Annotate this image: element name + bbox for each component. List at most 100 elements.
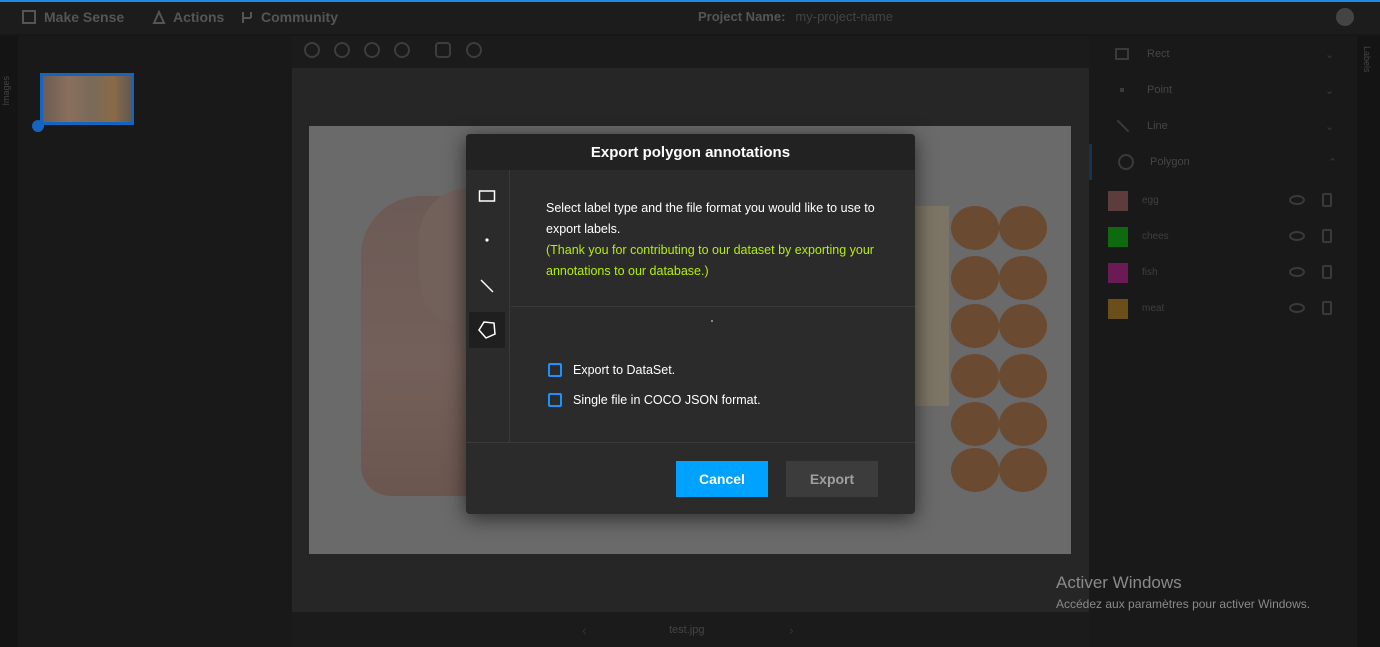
point-icon: [485, 238, 489, 242]
decorative-dot: [711, 320, 713, 322]
eye-icon[interactable]: [1289, 231, 1305, 241]
images-tab-label: Images: [1, 76, 11, 106]
line-icon: [480, 279, 494, 293]
cancel-button[interactable]: Cancel: [676, 461, 768, 497]
community-menu[interactable]: Community: [240, 9, 338, 25]
modal-title: Export polygon annotations: [466, 134, 915, 170]
export-options-panel: Select label type and the file format yo…: [511, 170, 915, 442]
label-row[interactable]: chees: [1089, 220, 1357, 256]
label-type-name: Point: [1147, 84, 1173, 96]
chevron-up-icon: ⌃: [1328, 156, 1338, 169]
hand-icon[interactable]: [435, 42, 451, 58]
label-color-swatch[interactable]: [1108, 227, 1128, 247]
export-point-button[interactable]: [469, 222, 505, 258]
export-message: Select label type and the file format yo…: [546, 198, 891, 282]
project-name-field[interactable]: Project Name: my-project-name: [698, 9, 893, 24]
eye-icon[interactable]: [1289, 195, 1305, 205]
egg: [951, 402, 999, 446]
export-option-label: Single file in COCO JSON format.: [573, 393, 761, 407]
previous-image-button[interactable]: ‹: [582, 622, 587, 638]
label-name[interactable]: chees: [1142, 231, 1169, 242]
labels-tab-label: Labels: [1362, 46, 1372, 73]
zoom-out-icon[interactable]: [334, 42, 350, 58]
egg: [999, 304, 1047, 348]
label-color-swatch[interactable]: [1108, 263, 1128, 283]
checkbox-icon[interactable]: [548, 363, 562, 377]
trash-icon[interactable]: [1322, 193, 1332, 207]
eye-icon[interactable]: [1289, 267, 1305, 277]
label-type-line[interactable]: Line ⌄: [1089, 108, 1357, 144]
label-type-name: Rect: [1147, 48, 1170, 60]
export-line-button[interactable]: [469, 268, 505, 304]
bread-region: [909, 206, 949, 406]
labels-panel: Rect ⌄ Point ⌄ Line ⌄ Polygon ⌃ egg chee…: [1089, 36, 1357, 647]
egg: [951, 354, 999, 398]
github-icon[interactable]: [1336, 8, 1354, 26]
rect-icon: [478, 190, 496, 202]
chevron-down-icon: ⌄: [1325, 48, 1335, 61]
label-color-swatch[interactable]: [1108, 191, 1128, 211]
export-option-dataset[interactable]: Export to DataSet.: [548, 360, 675, 380]
make-sense-logo-icon: [22, 10, 36, 24]
label-type-name: Polygon: [1150, 156, 1190, 168]
project-name-label: Project Name:: [698, 9, 786, 24]
zoom-max-icon[interactable]: [394, 42, 410, 58]
top-navigation-bar: Make Sense Actions Community Project Nam…: [0, 0, 1380, 34]
egg: [951, 448, 999, 492]
zoom-in-icon[interactable]: [304, 42, 320, 58]
community-icon: [242, 12, 252, 23]
crosshair-icon[interactable]: [466, 42, 482, 58]
eye-icon[interactable]: [1289, 303, 1305, 313]
polygon-icon: [478, 321, 496, 339]
polygon-icon: [1118, 154, 1134, 170]
label-type-rect[interactable]: Rect ⌄: [1089, 36, 1357, 72]
label-name[interactable]: fish: [1142, 267, 1158, 278]
egg: [951, 304, 999, 348]
next-image-button[interactable]: ›: [789, 622, 794, 638]
export-modal: Export polygon annotations Select label …: [466, 134, 915, 514]
label-row[interactable]: fish: [1089, 256, 1357, 292]
export-polygon-button[interactable]: [469, 312, 505, 348]
export-option-label: Export to DataSet.: [573, 363, 676, 377]
actions-label: Actions: [173, 9, 225, 25]
labels-side-tab[interactable]: Labels: [1357, 36, 1380, 647]
windows-activation-title: Activer Windows: [1056, 573, 1182, 592]
trash-icon[interactable]: [1322, 229, 1332, 243]
line-icon: [1116, 119, 1130, 133]
egg: [999, 256, 1047, 300]
export-button[interactable]: Export: [786, 461, 878, 497]
label-type-name: Line: [1147, 120, 1168, 132]
project-name-value[interactable]: my-project-name: [795, 9, 893, 24]
label-row[interactable]: egg: [1089, 184, 1357, 220]
label-type-polygon[interactable]: Polygon ⌃: [1089, 144, 1357, 180]
chevron-down-icon: ⌄: [1325, 120, 1335, 133]
image-navigation-bar: ‹ test.jpg ›: [292, 616, 1089, 647]
label-row[interactable]: meat: [1089, 292, 1357, 328]
community-label: Community: [261, 9, 338, 25]
egg: [999, 402, 1047, 446]
egg: [951, 206, 999, 250]
trash-icon[interactable]: [1322, 265, 1332, 279]
actions-menu[interactable]: Actions: [152, 9, 224, 25]
thumbnail-status-dot: [32, 120, 44, 132]
export-option-coco-json[interactable]: Single file in COCO JSON format.: [548, 390, 761, 410]
egg: [999, 206, 1047, 250]
label-type-point[interactable]: Point ⌄: [1089, 72, 1357, 108]
trash-icon[interactable]: [1322, 301, 1332, 315]
divider: [511, 306, 915, 307]
export-type-sidebar: [466, 170, 510, 442]
export-rect-button[interactable]: [469, 178, 505, 214]
windows-activation-subtitle: Accédez aux paramètres pour activer Wind…: [1056, 597, 1311, 611]
zoom-fit-icon[interactable]: [364, 42, 380, 58]
brand[interactable]: Make Sense: [22, 9, 124, 25]
egg: [951, 256, 999, 300]
egg: [999, 354, 1047, 398]
checkbox-icon[interactable]: [548, 393, 562, 407]
export-instructions: Select label type and the file format yo…: [546, 201, 875, 236]
images-side-tab[interactable]: Images: [0, 36, 18, 647]
label-name[interactable]: meat: [1142, 303, 1164, 314]
image-thumbnail[interactable]: [40, 73, 134, 125]
egg: [999, 448, 1047, 492]
label-color-swatch[interactable]: [1108, 299, 1128, 319]
label-name[interactable]: egg: [1142, 195, 1159, 206]
